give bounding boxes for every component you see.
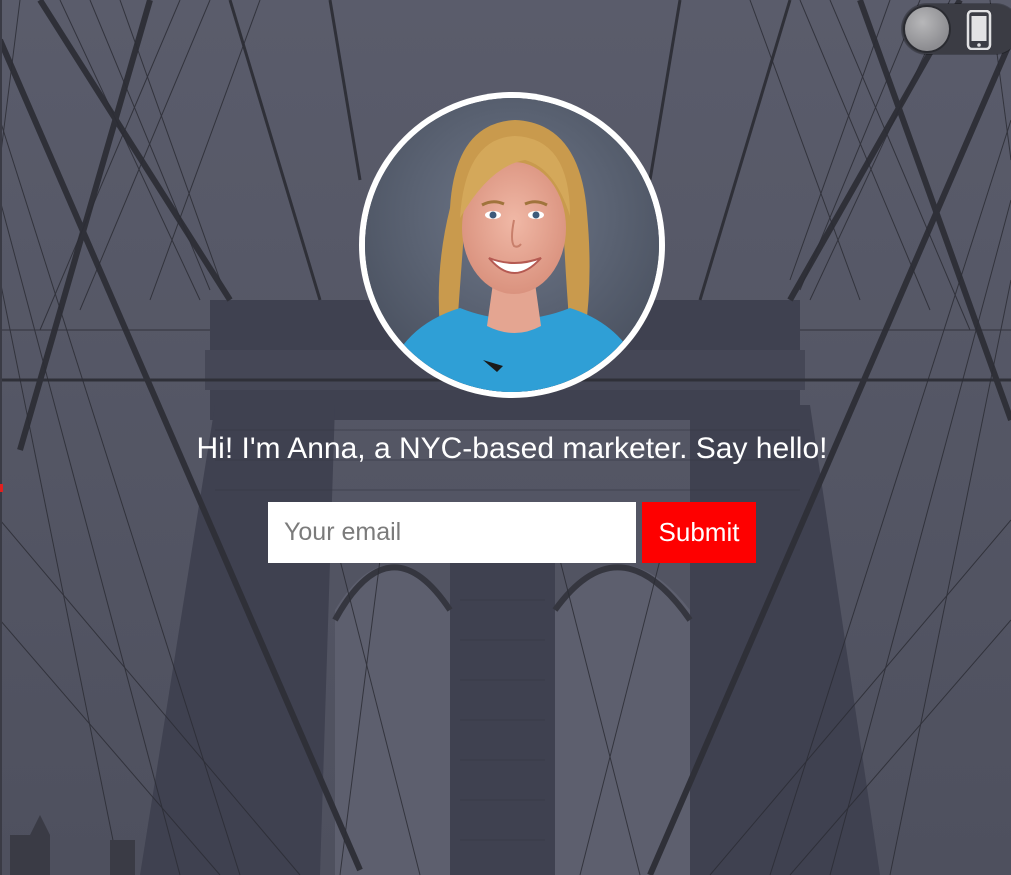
- mobile-phone-icon[interactable]: [966, 10, 992, 50]
- portrait-image: [365, 98, 659, 392]
- avatar: [359, 92, 665, 398]
- avatar-photo: [365, 98, 659, 392]
- left-edge-marker: [0, 484, 3, 492]
- page-stage: Hi! I'm Anna, a NYC-based marketer. Say …: [0, 0, 1011, 875]
- toggle-knob[interactable]: [905, 7, 949, 51]
- hero-tagline: Hi! I'm Anna, a NYC-based marketer. Say …: [196, 432, 828, 465]
- email-input[interactable]: [268, 502, 636, 563]
- submit-button[interactable]: Submit: [642, 502, 756, 563]
- view-toggle[interactable]: [902, 4, 1011, 54]
